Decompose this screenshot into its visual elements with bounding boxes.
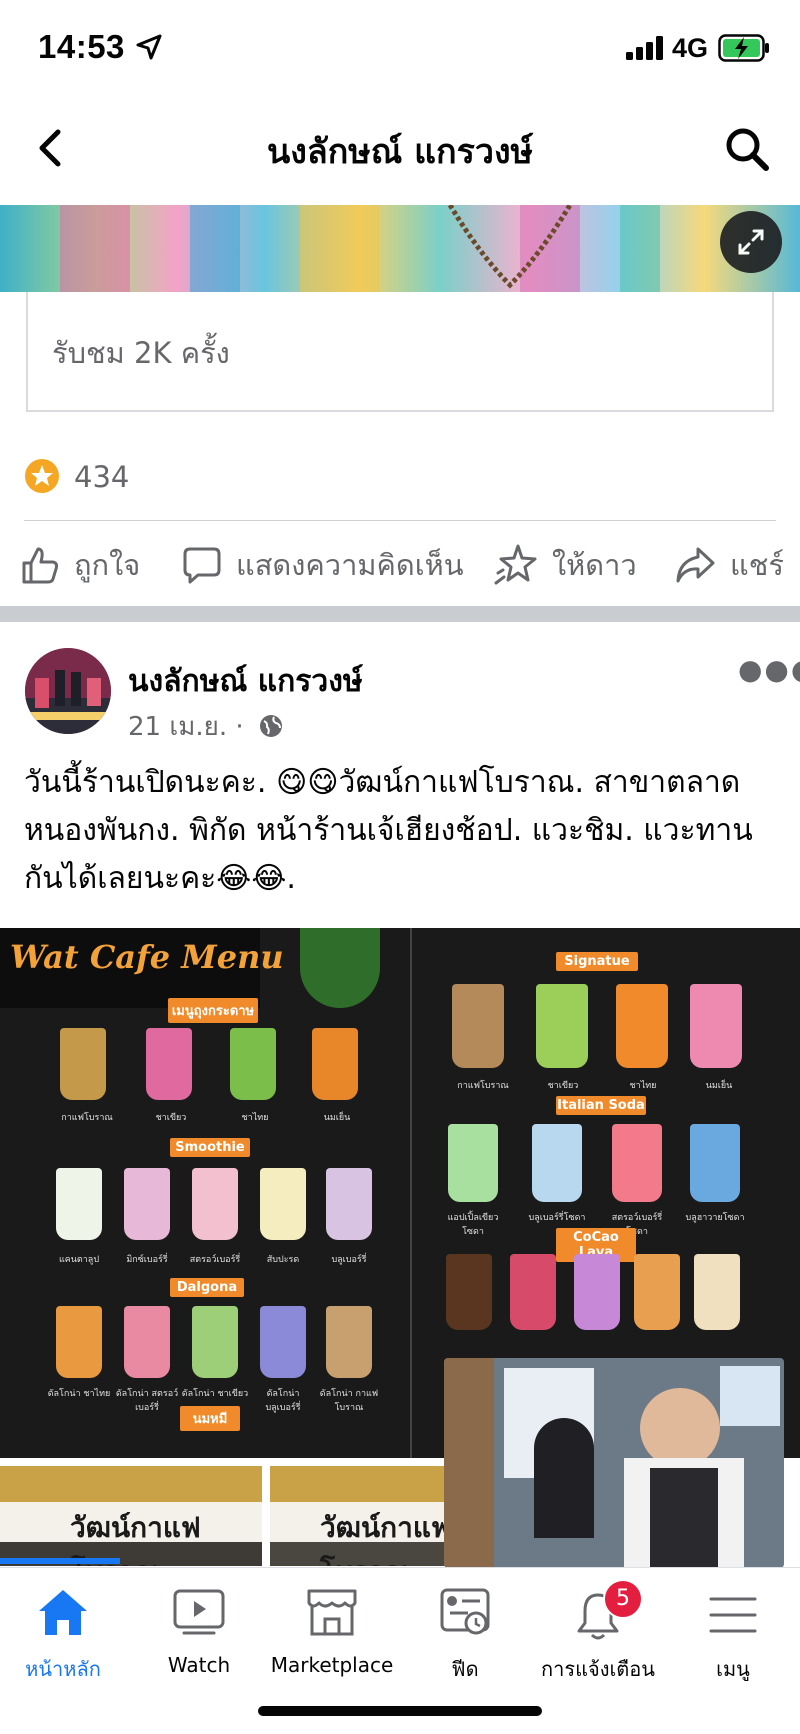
back-chevron-icon[interactable] xyxy=(36,128,64,168)
avatar-image xyxy=(25,648,111,734)
status-time: 14:53 xyxy=(38,28,125,65)
stars-icon xyxy=(25,459,59,493)
leaf-decor xyxy=(300,928,380,1008)
search-icon[interactable] xyxy=(724,126,770,172)
section-ice: เมนูถุงกระดาษ xyxy=(168,998,258,1023)
store-photo-1[interactable]: วัฒน์กาแฟโบราณ xyxy=(0,1466,262,1566)
home-icon xyxy=(39,1590,87,1635)
tab-marketplace-label: Marketplace xyxy=(270,1653,394,1677)
fullscreen-button[interactable] xyxy=(720,211,782,273)
globe-icon xyxy=(259,715,282,737)
like-label: ถูกใจ xyxy=(74,548,141,582)
stars-count: 434 xyxy=(74,460,130,494)
post-text-line-3: กันได้เลยนะคะ😂😂. xyxy=(24,861,296,896)
expand-icon xyxy=(738,229,764,255)
post-author[interactable]: นงลักษณ์ แกรวงษ์ xyxy=(128,658,363,705)
watch-icon xyxy=(173,1589,225,1635)
status-bar: 14:53 4G xyxy=(0,0,800,100)
share-label: แชร์ xyxy=(730,548,784,582)
post-date-text: 21 เม.ย. · xyxy=(128,712,244,742)
post-text-line-2: หนองพันกง. พิกัด หน้าร้านเจ้เฮียงช้อป. แ… xyxy=(24,813,753,848)
comment-icon xyxy=(183,547,221,584)
star-button[interactable]: ให้ดาว xyxy=(494,544,637,585)
divider xyxy=(24,520,776,521)
notification-badge: 5 xyxy=(603,1579,643,1619)
pip-video[interactable] xyxy=(444,1358,784,1568)
comment-label: แสดงความคิดเห็น xyxy=(236,548,464,582)
battery-charging-icon xyxy=(718,34,769,62)
video-thumbnail[interactable] xyxy=(0,205,800,292)
home-indicator xyxy=(258,1706,542,1716)
section-smoothie: Smoothie xyxy=(170,1138,250,1157)
view-count: รับชม 2K ครั้ง xyxy=(52,336,230,370)
hamburger-menu-icon xyxy=(709,1597,757,1633)
tab-menu-label: เมนู xyxy=(716,1657,750,1681)
signal-icon xyxy=(626,36,663,60)
share-icon xyxy=(676,547,715,583)
post-date: 21 เม.ย. · xyxy=(128,706,284,747)
thumbs-up-icon xyxy=(22,547,59,584)
store-sign-text: วัฒน์กาแฟโบราณ xyxy=(70,1511,201,1566)
tab-notifications-label: การแจ้งเตือน xyxy=(541,1657,655,1681)
location-arrow-icon xyxy=(136,34,162,60)
section-signature: Signatue xyxy=(556,952,638,971)
tab-home-label: หน้าหลัก xyxy=(25,1657,101,1681)
comment-button[interactable]: แสดงความคิดเห็น xyxy=(182,545,464,585)
feed-icon xyxy=(440,1588,490,1635)
post-text-line-1: วันนี้ร้านเปิดนะคะ. 😋😋วัฒน์กาแฟโบราณ. สา… xyxy=(24,765,741,800)
tab-watch-label: Watch xyxy=(167,1653,231,1677)
marketplace-icon xyxy=(307,1589,357,1636)
share-button[interactable]: แชร์ xyxy=(674,545,784,585)
page-title: นงลักษณ์ แกรวงษ์ xyxy=(267,132,533,172)
star-label: ให้ดาว xyxy=(552,548,637,582)
tab-feed-label: ฟีด xyxy=(451,1657,479,1681)
like-button[interactable]: ถูกใจ xyxy=(20,545,140,585)
star-icon xyxy=(494,544,537,585)
section-dalgona: Dalgona xyxy=(170,1278,244,1297)
more-options-icon[interactable]: ●●● xyxy=(738,653,800,686)
feed-separator xyxy=(0,606,800,622)
section-nom: นมหมี xyxy=(180,1406,240,1431)
section-soda: Italian Soda xyxy=(556,1096,646,1115)
necklace-detail xyxy=(447,205,573,289)
network-type: 4G xyxy=(672,33,709,63)
avatar[interactable] xyxy=(25,648,111,734)
menu-brand: Wat Cafe Menu xyxy=(10,938,284,976)
